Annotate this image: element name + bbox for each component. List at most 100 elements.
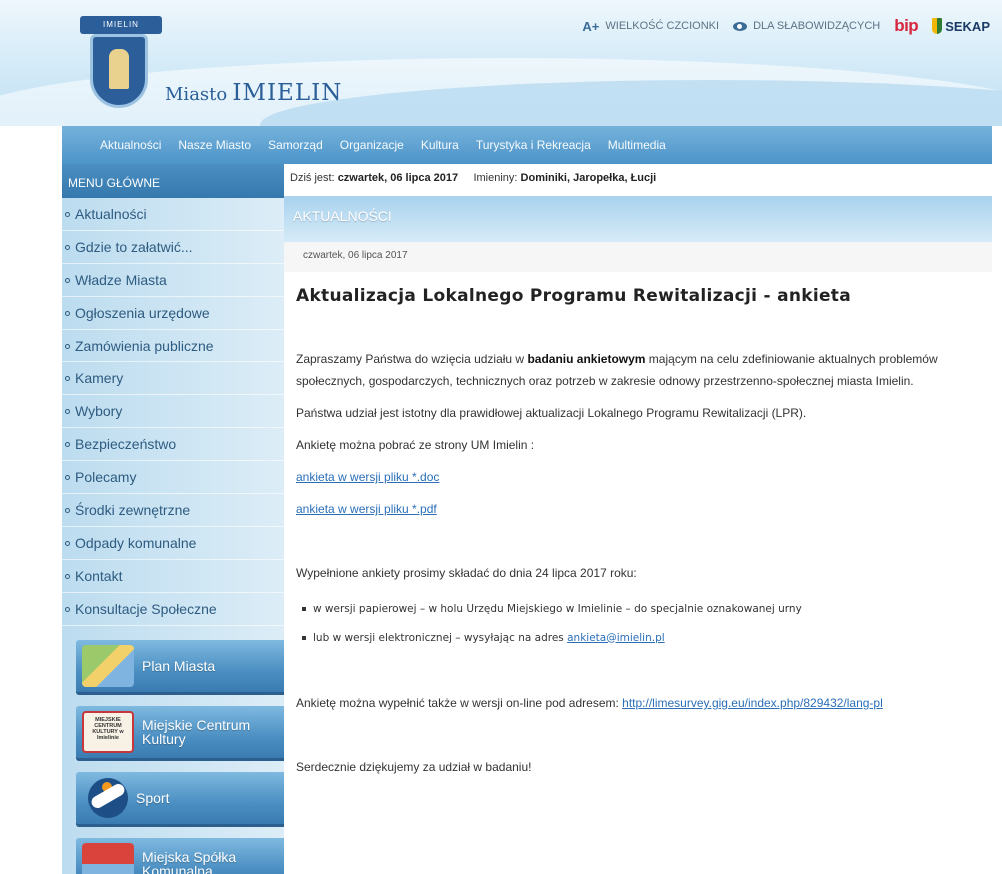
- menu-item-label: Polecamy: [75, 469, 137, 486]
- menu-item-kamery[interactable]: Kamery: [62, 362, 284, 396]
- sekap-shield-icon: [932, 18, 943, 34]
- bip-logo: bip: [894, 16, 919, 35]
- menu-item-zamowienia[interactable]: Zamówienia publiczne: [62, 330, 284, 363]
- nav-item-kultura[interactable]: Kultura: [421, 138, 459, 152]
- bullet-icon: [65, 442, 70, 448]
- bullet-icon: [65, 277, 70, 283]
- article-date: czwartek, 06 lipca 2017: [284, 242, 992, 272]
- menu-item-label: Bezpieczeństwo: [75, 436, 177, 453]
- email-link[interactable]: ankieta@imielin.pl: [567, 632, 665, 644]
- banner-label-line2: Komunalna: [142, 863, 213, 874]
- menu-item-polecamy[interactable]: Polecamy: [62, 461, 284, 495]
- online-survey-link[interactable]: http://limesurvey.gig.eu/index.php/82943…: [622, 696, 883, 710]
- download-pdf-link[interactable]: ankieta w wersji pliku *.pdf: [296, 502, 437, 516]
- date-bar: Dziś jest: czwartek, 06 lipca 2017 Imien…: [284, 164, 992, 196]
- banner-plan-miasta[interactable]: Plan Miasta: [76, 640, 288, 692]
- nav-item-turystyka[interactable]: Turystyka i Rekreacja: [476, 138, 591, 152]
- menu-item-wybory[interactable]: Wybory: [62, 395, 284, 429]
- menu-item-label: Aktualności: [75, 206, 147, 222]
- banner-sport[interactable]: Sport: [76, 772, 288, 824]
- nav-item-nasze-miasto[interactable]: Nasze Miasto: [178, 138, 251, 152]
- banner-label: Plan Miasta: [142, 658, 216, 674]
- brand-name: IMIELIN: [232, 80, 343, 106]
- nav-item-aktualnosci[interactable]: Aktualności: [100, 138, 161, 152]
- tower-icon: [109, 49, 129, 89]
- article-paragraph-3: Ankietę można pobrać ze strony UM Imieli…: [296, 438, 535, 452]
- main-content: Dziś jest: czwartek, 06 lipca 2017 Imien…: [284, 164, 992, 874]
- menu-item-gdzie-to-zalatwic[interactable]: Gdzie to załatwić...: [62, 231, 284, 264]
- sekap-link[interactable]: SEKAP: [932, 18, 990, 34]
- menu-item-label: Wybory: [75, 403, 123, 420]
- article-title: Aktualizacja Lokalnego Programu Rewitali…: [296, 286, 852, 306]
- bullet-icon: [65, 606, 70, 612]
- nav-item-samorzad[interactable]: Samorząd: [268, 138, 323, 152]
- bullet-icon: [65, 310, 70, 316]
- menu-item-label: Władze Miasta: [75, 271, 167, 288]
- main-navigation: Aktualności Nasze Miasto Samorząd Organi…: [62, 126, 992, 164]
- bullet-icon: [65, 409, 70, 415]
- brand-prefix: Miasto: [165, 84, 228, 105]
- bullet-icon: [65, 244, 70, 250]
- doc-link-row: ankieta w wersji pliku *.doc: [296, 466, 980, 488]
- pdf-link-row: ankieta w wersji pliku *.pdf: [296, 498, 980, 520]
- banner-miejska-spolka-komunalna[interactable]: Miejska Spółka Komunalna: [76, 838, 288, 874]
- list-item: lub w wersji elektronicznej – wysyłając …: [296, 623, 980, 652]
- article: Aktualizacja Lokalnego Programu Rewitali…: [284, 286, 992, 778]
- crest-banner-text: IMIELIN: [80, 16, 162, 34]
- menu-item-srodki-zewnetrzne[interactable]: Środki zewnętrzne: [62, 494, 284, 527]
- paragraph-bold: badaniu ankietowym: [527, 352, 646, 366]
- bullet-icon: [65, 573, 70, 579]
- menu-item-label: Konsultacje Społeczne: [75, 600, 217, 617]
- menu-item-bezpieczenstwo[interactable]: Bezpieczeństwo: [62, 428, 284, 462]
- sport-icon: [88, 778, 128, 818]
- menu-item-label: Odpady komunalne: [75, 534, 197, 551]
- menu-item-label: Ogłoszenia urzędowe: [75, 304, 210, 321]
- main-menu: Aktualności Gdzie to załatwić... Władze …: [62, 198, 284, 626]
- site-brand[interactable]: Miasto IMIELIN: [165, 80, 342, 106]
- bip-link[interactable]: bip: [894, 16, 919, 36]
- download-doc-link[interactable]: ankieta w wersji pliku *.doc: [296, 470, 439, 484]
- banner-label: Miejskie Centrum Kultury: [142, 718, 250, 746]
- font-size-label: WIELKOŚĆ CZCIONKI: [605, 20, 720, 32]
- names-value: Dominiki, Jaropełka, Łucji: [520, 172, 657, 184]
- menu-title: MENU GŁÓWNE: [62, 164, 284, 198]
- nav-item-organizacje[interactable]: Organizacje: [340, 138, 404, 152]
- menu-item-aktualnosci[interactable]: Aktualności: [62, 198, 284, 231]
- banner-label: Sport: [136, 790, 170, 806]
- bullet-icon: [302, 606, 306, 611]
- banner-miejskie-centrum-kultury[interactable]: MIEJSKIE CENTRUM KULTURY w Imielinie Mie…: [76, 706, 288, 758]
- bullet-icon: [65, 540, 70, 546]
- article-paragraph-1: Zapraszamy Państwa do wzięcia udziału w …: [296, 348, 980, 392]
- font-size-toggle[interactable]: A+ WIELKOŚĆ CZCIONKI: [582, 19, 719, 34]
- banner-label-line1: Miejska Spółka: [142, 849, 237, 865]
- today-value: czwartek, 06 lipca 2017: [337, 172, 459, 184]
- list-item: w wersji papierowej – w holu Urzędu Miej…: [296, 594, 980, 623]
- banner-label: Miejska Spółka Komunalna: [142, 850, 236, 874]
- menu-item-label: Zamówienia publiczne: [75, 337, 214, 354]
- section-heading: AKTUALNOŚCI: [284, 196, 992, 242]
- submission-methods-list: w wersji papierowej – w holu Urzędu Miej…: [296, 594, 980, 652]
- accessibility-label: DLA SŁABOWIDZĄCYCH: [753, 20, 881, 32]
- sekap-label: SEKAP: [945, 18, 990, 34]
- article-paragraph-4: Wypełnione ankiety prosimy składać do dn…: [296, 566, 637, 580]
- accessibility-link[interactable]: DLA SŁABOWIDZĄCYCH: [733, 20, 880, 32]
- menu-item-odpady[interactable]: Odpady komunalne: [62, 527, 284, 560]
- names-label: Imieniny:: [473, 172, 518, 184]
- crest-shield-icon: [90, 34, 148, 108]
- banner-label-line2: Kultury: [142, 731, 186, 747]
- city-map-icon: [82, 645, 134, 687]
- article-paragraph-5: Ankietę można wypełnić także w wersji on…: [296, 692, 980, 714]
- menu-item-konsultacje[interactable]: Konsultacje Społeczne: [62, 593, 284, 626]
- menu-item-ogloszenia[interactable]: Ogłoszenia urzędowe: [62, 297, 284, 330]
- top-utility-links: A+ WIELKOŚĆ CZCIONKI DLA SŁABOWIDZĄCYCH …: [582, 16, 990, 36]
- article-paragraph-6: Serdecznie dziękujemy za udział w badani…: [296, 760, 532, 774]
- menu-item-kontakt[interactable]: Kontakt: [62, 560, 284, 593]
- bullet-icon: [65, 376, 70, 382]
- list-item-text: w wersji papierowej – w holu Urzędu Miej…: [313, 602, 802, 615]
- city-crest-logo[interactable]: IMIELIN: [62, 8, 182, 118]
- paragraph-text: Zapraszamy Państwa do wzięcia udziału w: [296, 352, 528, 366]
- menu-item-label: Kontakt: [75, 567, 123, 584]
- menu-item-wladze-miasta[interactable]: Władze Miasta: [62, 264, 284, 297]
- article-paragraph-2: Państwa udział jest istotny dla prawidło…: [296, 406, 807, 420]
- nav-item-multimedia[interactable]: Multimedia: [608, 138, 666, 152]
